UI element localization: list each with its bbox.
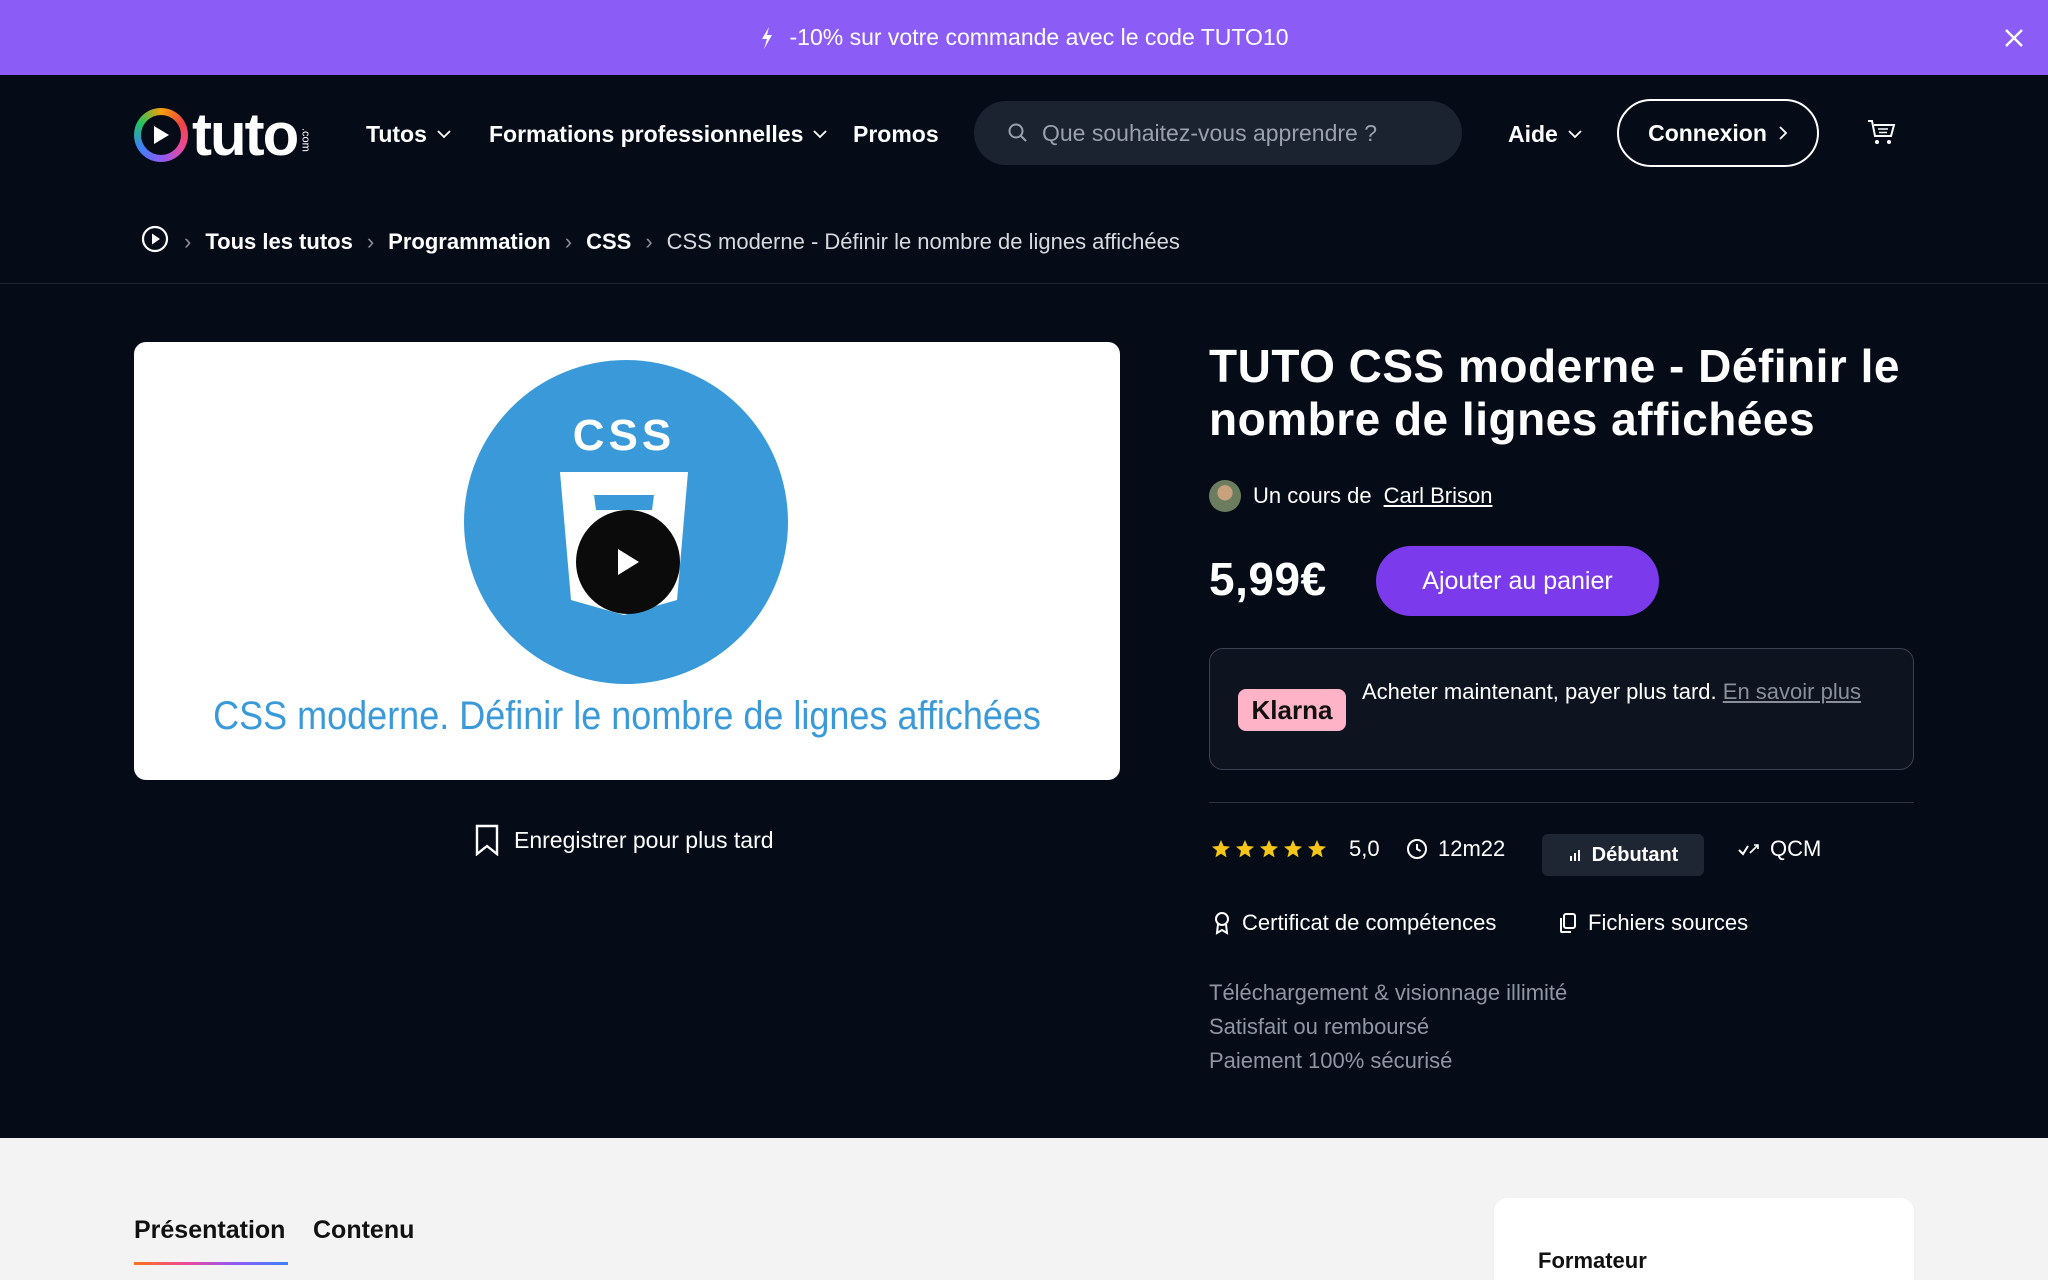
course-title: TUTO CSS moderne - Définir le nombre de … <box>1209 340 1900 445</box>
certificate-icon <box>1215 912 1229 935</box>
qcm: QCM <box>1738 836 1821 862</box>
chevron-down-icon <box>813 130 828 139</box>
chevron-down-icon <box>437 130 451 139</box>
klarna-box: Klarna Acheter maintenant, payer plus ta… <box>1209 648 1914 770</box>
promo-text: -10% sur votre commande avec le code TUT… <box>789 24 1289 50</box>
source-files: Fichiers sources <box>1558 910 1748 936</box>
certificate: Certificat de compétences <box>1212 910 1496 936</box>
perk-item: Satisfait ou remboursé <box>1209 1014 1430 1039</box>
search-icon <box>1008 123 1027 142</box>
nav-promos[interactable]: Promos <box>853 121 939 148</box>
play-icon <box>618 549 639 575</box>
logo-suffix: .com <box>299 128 312 152</box>
add-to-cart-button[interactable]: Ajouter au panier <box>1376 546 1659 616</box>
logo-play-icon <box>134 108 188 162</box>
nav-aide[interactable]: Aide <box>1508 121 1582 148</box>
nav-formations[interactable]: Formations professionnelles <box>489 121 828 148</box>
nav-tutos[interactable]: Tutos <box>366 121 451 148</box>
header-divider <box>0 283 2048 284</box>
clock-icon <box>1407 839 1427 859</box>
duration: 12m22 <box>1406 836 1505 862</box>
chevron-right-icon: › <box>645 229 653 254</box>
bookmark-icon <box>475 824 499 856</box>
site-logo[interactable]: tuto .com <box>134 105 311 165</box>
nav-tutos-label: Tutos <box>366 121 427 147</box>
level-badge: Débutant <box>1542 834 1704 876</box>
cart-icon[interactable] <box>1866 117 1896 152</box>
rating-value: 5,0 <box>1349 836 1380 861</box>
star-icon <box>1284 840 1302 858</box>
chevron-right-icon: › <box>564 229 573 254</box>
nav-promos-label: Promos <box>853 121 939 147</box>
trainer-card-label: Formateur <box>1538 1248 1647 1273</box>
active-tab-indicator <box>134 1262 288 1265</box>
login-label: Connexion <box>1648 119 1767 146</box>
klarna-learn-more-link[interactable]: En savoir plus <box>1723 679 1861 704</box>
perk-item: Téléchargement & visionnage illimité <box>1209 980 1568 1005</box>
breadcrumb-css[interactable]: CSS <box>586 229 631 255</box>
lower-section: Présentation Contenu Formateur <box>0 1138 2048 1280</box>
qcm-label: QCM <box>1770 836 1822 861</box>
promo-banner: -10% sur votre commande avec le code TUT… <box>0 0 2048 75</box>
nav-formations-label: Formations professionnelles <box>489 121 804 147</box>
chevron-down-icon <box>1568 130 1582 139</box>
course-price: 5,99€ <box>1209 553 1327 605</box>
logo-wordmark: tuto <box>192 101 299 168</box>
site-header: tuto .com Tutos Formations professionnel… <box>0 75 2048 191</box>
css3-badge-text: CSS <box>573 411 675 460</box>
star-icon <box>1308 840 1326 858</box>
info-divider <box>1209 802 1914 803</box>
breadcrumb-tous-les-tutos[interactable]: Tous les tutos <box>205 229 353 255</box>
avatar <box>1209 480 1241 512</box>
nav-aide-label: Aide <box>1508 121 1558 147</box>
author-prefix: Un cours de <box>1253 483 1372 508</box>
perk-item: Paiement 100% sécurisé <box>1209 1048 1453 1073</box>
play-button[interactable] <box>576 510 680 614</box>
quiz-check-icon <box>1738 844 1759 856</box>
course-author: Un cours de Carl Brison <box>1209 480 1492 512</box>
level-label: Débutant <box>1591 843 1679 866</box>
breadcrumb-programmation[interactable]: Programmation <box>388 229 551 255</box>
breadcrumb-current: CSS moderne - Définir le nombre de ligne… <box>666 229 1180 254</box>
files-icon <box>1560 913 1576 933</box>
star-icon <box>1212 840 1230 858</box>
chevron-right-icon <box>1779 126 1788 140</box>
duration-value: 12m22 <box>1438 836 1506 861</box>
close-icon[interactable] <box>1996 20 2032 56</box>
klarna-text: Acheter maintenant, payer plus tard. <box>1362 679 1717 704</box>
save-for-later-label: Enregistrer pour plus tard <box>514 826 774 853</box>
author-link[interactable]: Carl Brison <box>1384 483 1493 509</box>
klarna-logo: Klarna <box>1238 689 1346 731</box>
login-button[interactable]: Connexion <box>1617 99 1819 167</box>
tab-presentation[interactable]: Présentation <box>134 1216 285 1245</box>
search-bar[interactable] <box>974 101 1462 165</box>
certificate-label: Certificat de compétences <box>1242 910 1497 935</box>
video-player[interactable]: CSS CSS moderne. Définir le nombre de li… <box>134 342 1120 780</box>
tab-contenu[interactable]: Contenu <box>313 1216 414 1245</box>
video-caption: CSS moderne. Définir le nombre de lignes… <box>213 694 1041 738</box>
rating: 5,0 <box>1211 836 1380 862</box>
perks-list: Téléchargement & visionnage illimité Sat… <box>1209 976 1567 1078</box>
level-bars-icon <box>1569 850 1580 861</box>
breadcrumb: › Tous les tutos › Programmation › CSS ›… <box>140 224 1180 260</box>
chevron-right-icon: › <box>184 229 192 254</box>
rating-stars <box>1211 839 1327 859</box>
home-play-icon[interactable] <box>140 224 170 260</box>
star-icon <box>1236 840 1254 858</box>
star-icon <box>1260 840 1278 858</box>
chevron-right-icon: › <box>366 229 375 254</box>
klarna-text-block: Acheter maintenant, payer plus tard. En … <box>1362 675 1892 709</box>
search-input[interactable] <box>1042 119 1422 147</box>
lightning-icon <box>760 26 774 49</box>
source-files-label: Fichiers sources <box>1588 910 1749 935</box>
trainer-card: Formateur <box>1494 1198 1914 1280</box>
save-for-later-button[interactable]: Enregistrer pour plus tard <box>474 824 774 856</box>
